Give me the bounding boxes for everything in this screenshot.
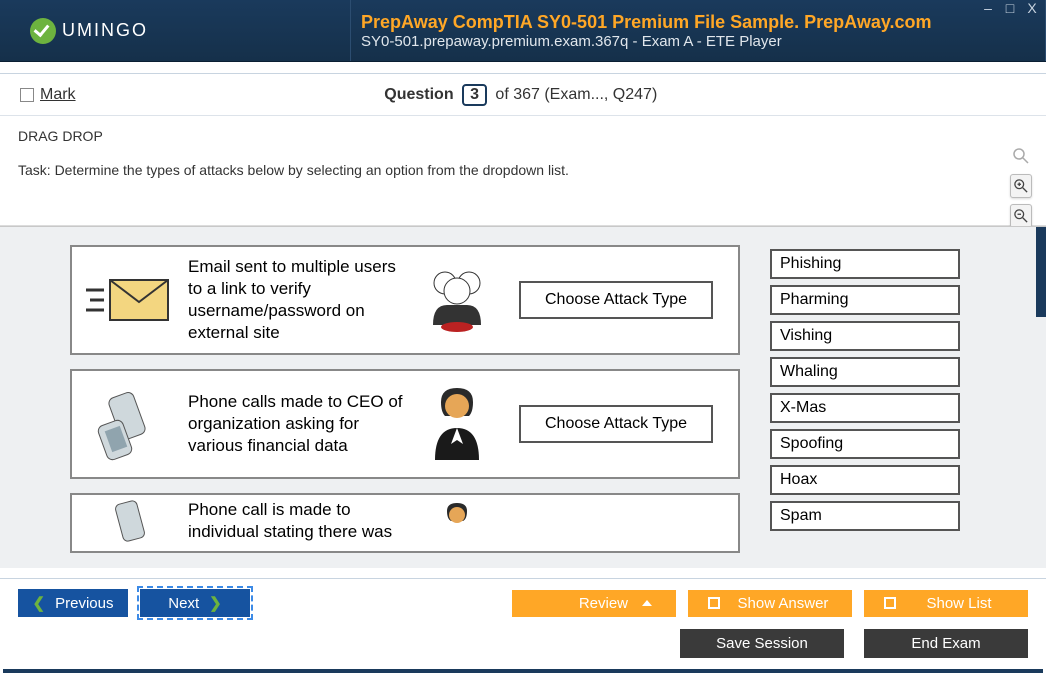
- question-label: Question: [384, 86, 453, 103]
- logo-area: UMINGO: [0, 0, 350, 61]
- title-bar: UMINGO PrepAway CompTIA SY0-501 Premium …: [0, 0, 1046, 62]
- mark-label[interactable]: Mark: [40, 86, 76, 104]
- choose-attack-dropdown[interactable]: Choose Attack Type: [506, 281, 726, 319]
- people-group-icon: [422, 265, 492, 335]
- arrow-left-icon: ❮: [33, 594, 46, 612]
- footer: ❮ Previous Next ❯ Review Show Answer Sho…: [0, 578, 1046, 673]
- person-icon: [422, 501, 492, 541]
- maximize-button[interactable]: □: [1002, 0, 1018, 16]
- end-exam-button[interactable]: End Exam: [864, 629, 1028, 658]
- task-description: Task: Determine the types of attacks bel…: [18, 162, 1028, 178]
- zoom-reset-icon[interactable]: [1010, 144, 1032, 168]
- scrollbar-thumb[interactable]: [1036, 227, 1046, 317]
- phone-icon: [84, 384, 174, 464]
- mark-checkbox-group[interactable]: Mark: [20, 86, 76, 104]
- title-main: PrepAway CompTIA SY0-501 Premium File Sa…: [361, 12, 1045, 33]
- content-area: Email sent to multiple users to a link t…: [0, 226, 1046, 568]
- show-list-button[interactable]: Show List: [864, 590, 1028, 617]
- scenario-card: Phone calls made to CEO of organization …: [70, 369, 740, 479]
- attack-option[interactable]: Whaling: [770, 357, 960, 387]
- close-button[interactable]: X: [1024, 0, 1040, 16]
- title-text-area: PrepAway CompTIA SY0-501 Premium File Sa…: [350, 0, 1046, 61]
- task-area: DRAG DROP Task: Determine the types of a…: [0, 116, 1046, 226]
- bottom-border: [3, 669, 1043, 673]
- question-counter: Question 3 of 367 (Exam..., Q247): [76, 84, 966, 106]
- scenario-text: Email sent to multiple users to a link t…: [188, 256, 408, 344]
- email-icon: [84, 260, 174, 340]
- previous-button[interactable]: ❮ Previous: [18, 589, 128, 617]
- attack-option[interactable]: Spam: [770, 501, 960, 531]
- choose-attack-dropdown[interactable]: Choose Attack Type: [506, 405, 726, 443]
- attack-option[interactable]: X-Mas: [770, 393, 960, 423]
- sub-bar: [0, 62, 1046, 74]
- mark-checkbox[interactable]: [20, 88, 34, 102]
- attack-option[interactable]: Hoax: [770, 465, 960, 495]
- zoom-in-button[interactable]: [1010, 174, 1032, 198]
- zoom-out-button[interactable]: [1010, 204, 1032, 228]
- question-number[interactable]: 3: [462, 84, 487, 106]
- logo-text: UMINGO: [62, 20, 148, 41]
- vertical-scrollbar[interactable]: [1036, 227, 1046, 568]
- attack-option[interactable]: Phishing: [770, 249, 960, 279]
- zoom-controls: [1010, 144, 1032, 228]
- show-answer-button[interactable]: Show Answer: [688, 590, 852, 617]
- options-column: Phishing Pharming Vishing Whaling X-Mas …: [770, 245, 960, 567]
- checkbox-icon: [884, 597, 896, 609]
- businesswoman-icon: [422, 384, 492, 464]
- scenarios-column: Email sent to multiple users to a link t…: [70, 245, 740, 567]
- checkbox-icon: [708, 597, 720, 609]
- window-controls: – □ X: [980, 0, 1040, 16]
- attack-option[interactable]: Pharming: [770, 285, 960, 315]
- logo-check-icon: [30, 18, 56, 44]
- next-button[interactable]: Next ❯: [140, 589, 250, 617]
- save-session-button[interactable]: Save Session: [680, 629, 844, 658]
- attack-option[interactable]: Vishing: [770, 321, 960, 351]
- scenario-text: Phone call is made to individual stating…: [188, 499, 408, 543]
- scenario-text: Phone calls made to CEO of organization …: [188, 391, 408, 457]
- question-total: of 367 (Exam..., Q247): [495, 86, 657, 103]
- scenario-card: Phone call is made to individual stating…: [70, 493, 740, 553]
- review-button[interactable]: Review: [512, 590, 676, 617]
- title-sub: SY0-501.prepaway.premium.exam.367q - Exa…: [361, 33, 1045, 50]
- scenario-card: Email sent to multiple users to a link t…: [70, 245, 740, 355]
- attack-option[interactable]: Spoofing: [770, 429, 960, 459]
- question-header: Mark Question 3 of 367 (Exam..., Q247): [0, 74, 1046, 116]
- triangle-up-icon: [642, 600, 652, 606]
- arrow-right-icon: ❯: [209, 594, 222, 612]
- task-heading: DRAG DROP: [18, 128, 1028, 144]
- minimize-button[interactable]: –: [980, 0, 996, 16]
- phone-icon: [84, 496, 174, 546]
